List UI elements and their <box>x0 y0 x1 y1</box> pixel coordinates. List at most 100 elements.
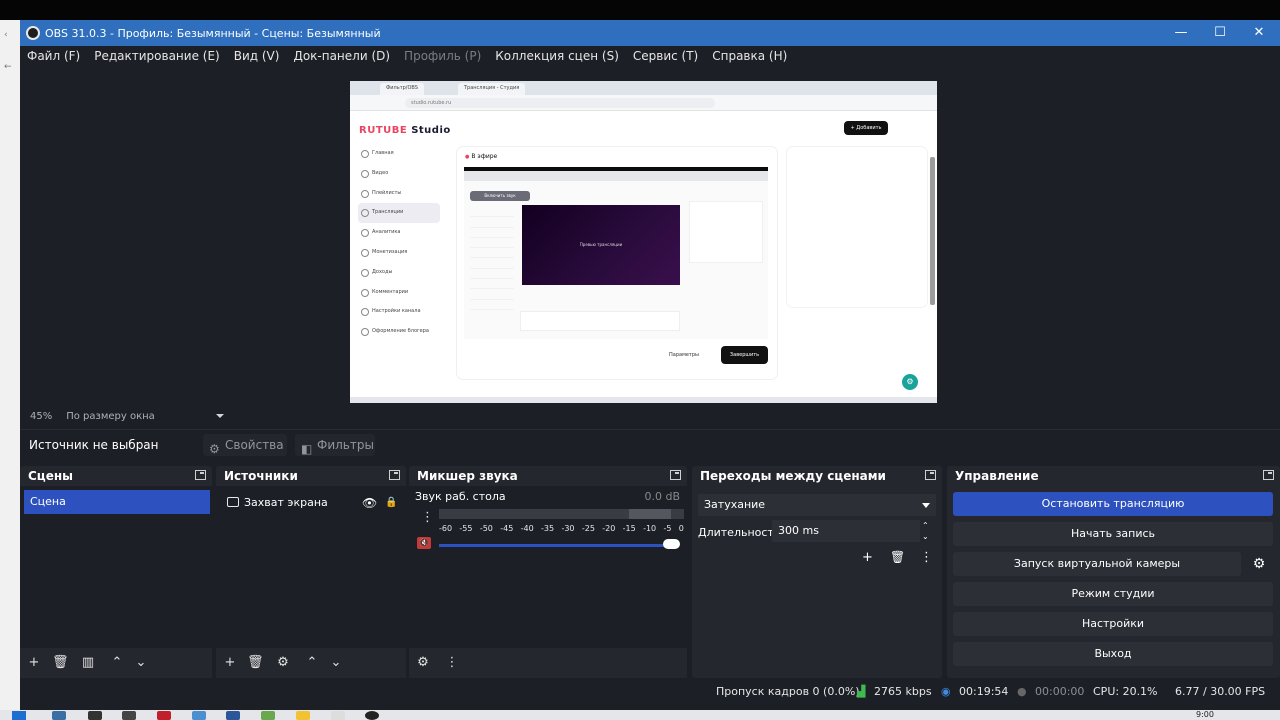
float-icon[interactable] <box>389 470 400 480</box>
obs-logo-icon <box>26 26 40 40</box>
scene-item[interactable]: Сцена <box>24 490 210 514</box>
taskbar-app-icon[interactable] <box>192 711 206 720</box>
brand-suffix: Studio <box>411 125 451 136</box>
add-icon[interactable]: + <box>862 550 873 565</box>
volume-slider-track[interactable] <box>439 544 671 547</box>
filters-icon[interactable]: ▥ <box>81 656 95 670</box>
gear-icon[interactable]: ⚙ <box>1245 552 1273 576</box>
menu-view[interactable]: Вид (V) <box>234 49 280 63</box>
properties-label: Свойства <box>225 438 284 452</box>
nested-sound-pill: Включить звук <box>470 191 530 201</box>
start-recording-button[interactable]: Начать запись <box>953 522 1273 546</box>
nested-card <box>689 201 763 263</box>
float-icon[interactable] <box>670 470 681 480</box>
menu-docks[interactable]: Док-панели (D) <box>293 49 390 63</box>
preview-tab: Трансляция - Студия <box>458 83 526 95</box>
chevron-down-icon[interactable]: ⌄ <box>329 656 343 670</box>
menu-tools[interactable]: Сервис (T) <box>633 49 698 63</box>
preview-taskbar <box>350 397 937 403</box>
preview-canvas[interactable]: Фильтр/OBS Трансляция - Студия studio.ru… <box>350 81 937 403</box>
eye-icon[interactable]: 👁 <box>362 492 377 514</box>
mute-icon[interactable]: 🔇 <box>417 537 431 549</box>
sources-dock-header: Источники <box>216 466 406 484</box>
menu-help[interactable]: Справка (H) <box>712 49 787 63</box>
trash-icon[interactable]: 🗑 <box>890 550 905 564</box>
meter-tick-label: -15 <box>622 524 636 533</box>
add-icon[interactable]: + <box>223 656 237 670</box>
meter-tick-label: -40 <box>520 524 534 533</box>
minimize-button[interactable]: — <box>1162 20 1200 46</box>
obs-taskbar-icon[interactable] <box>365 711 379 720</box>
controls-dock-header: Управление <box>947 466 1280 484</box>
lock-icon[interactable]: 🔒 <box>385 492 397 514</box>
clock: 9:00 <box>1196 710 1214 719</box>
studio-mode-button[interactable]: Режим студии <box>953 582 1273 606</box>
properties-button[interactable]: ⚙ Свойства <box>203 434 287 456</box>
meter-tick-label: -20 <box>602 524 616 533</box>
start-virtual-camera-button[interactable]: Запуск виртуальной камеры <box>953 552 1241 576</box>
taskbar-app-icon[interactable] <box>88 711 102 720</box>
transition-select[interactable]: Затухание <box>698 494 936 516</box>
windows-start-icon[interactable] <box>12 711 26 720</box>
mixer-body: Звук раб. стола 0.0 dB ⋮ -60 -55 -50 -45 -40… <box>409 486 687 648</box>
record-icon: ● <box>1017 685 1027 698</box>
float-icon[interactable] <box>195 470 206 480</box>
meter-tick-label: -10 <box>643 524 657 533</box>
menu-edit[interactable]: Редактирование (E) <box>94 49 219 63</box>
advanced-audio-icon[interactable]: ⚙ <box>416 656 430 670</box>
chevron-down-icon[interactable]: ⌄ <box>134 656 148 670</box>
filters-button[interactable]: ◧ Фильтры <box>295 434 375 456</box>
scenes-dock-header: Сцены <box>20 466 212 484</box>
kebab-menu-icon[interactable]: ⋮ <box>445 656 459 670</box>
controls-title: Управление <box>955 469 1039 483</box>
source-item[interactable]: Захват экрана 👁 🔒 <box>220 492 410 514</box>
nested-video: Превью трансляции <box>522 205 680 285</box>
transitions-title: Переходы между сценами <box>700 469 886 483</box>
zoom-bar[interactable]: 45% По размеру окна <box>20 408 230 424</box>
chevron-up-icon[interactable]: ⌃ <box>110 656 124 670</box>
preview-sidebar-item: Доходы <box>358 263 440 283</box>
scenes-title: Сцены <box>28 469 73 483</box>
taskbar-app-icon[interactable] <box>157 711 171 720</box>
no-source-label: Источник не выбран <box>29 438 159 452</box>
taskbar-app-icon[interactable] <box>331 711 345 720</box>
os-taskbar: 9:00 <box>0 710 1280 720</box>
trash-icon[interactable]: 🗑 <box>247 656 264 670</box>
preview-address-bar: studio.rutube.ru <box>350 95 937 111</box>
taskbar-app-icon[interactable] <box>261 711 275 720</box>
menu-file[interactable]: Файл (F) <box>27 49 80 63</box>
taskbar-app-icon[interactable] <box>226 711 240 720</box>
close-button[interactable]: ✕ <box>1240 20 1278 46</box>
trash-icon[interactable]: 🗑 <box>52 656 69 670</box>
context-bar: Источник не выбран ⚙ Свойства ◧ Фильтры <box>20 429 1280 459</box>
add-icon[interactable]: + <box>27 656 41 670</box>
duration-spinner[interactable]: ⌃ ⌄ <box>922 520 929 542</box>
back-arrow-icon: ‹ <box>4 30 8 40</box>
back-arrow-icon-2: ← <box>4 62 12 72</box>
kebab-menu-icon[interactable]: ⋮ <box>421 510 434 525</box>
duration-input[interactable]: 300 ms <box>772 520 920 542</box>
chevron-up-icon[interactable]: ⌃ <box>305 656 319 670</box>
taskbar-app-icon[interactable] <box>296 711 310 720</box>
float-icon[interactable] <box>925 470 936 480</box>
status-bar: Пропуск кадров 0 (0.0%) ▟ 2765 kbps ◉ 00… <box>20 680 1280 704</box>
stop-streaming-button[interactable]: Остановить трансляцию <box>953 492 1273 516</box>
dropped-frames: Пропуск кадров 0 (0.0%) <box>716 685 860 698</box>
window-title: OBS 31.0.3 - Профиль: Безымянный - Сцены… <box>45 26 381 40</box>
monitor-icon <box>227 497 239 507</box>
chevron-down-icon[interactable] <box>216 414 224 418</box>
title-bar: OBS 31.0.3 - Профиль: Безымянный - Сцены… <box>20 20 1280 46</box>
menu-scene-collection[interactable]: Коллекция сцен (S) <box>495 49 619 63</box>
gear-icon[interactable]: ⚙ <box>276 656 290 670</box>
scenes-toolbar: + 🗑 ▥ ⌃ ⌄ <box>20 648 212 678</box>
kebab-menu-icon[interactable]: ⋮ <box>920 550 933 565</box>
volume-slider-handle[interactable] <box>663 539 680 549</box>
zoom-mode[interactable]: По размеру окна <box>66 411 155 422</box>
float-icon[interactable] <box>1263 470 1274 480</box>
exit-button[interactable]: Выход <box>953 642 1273 666</box>
menu-profile[interactable]: Профиль (P) <box>404 49 481 63</box>
taskbar-app-icon[interactable] <box>122 711 136 720</box>
settings-button[interactable]: Настройки <box>953 612 1273 636</box>
maximize-button[interactable]: ☐ <box>1201 20 1239 46</box>
taskbar-app-icon[interactable] <box>52 711 66 720</box>
